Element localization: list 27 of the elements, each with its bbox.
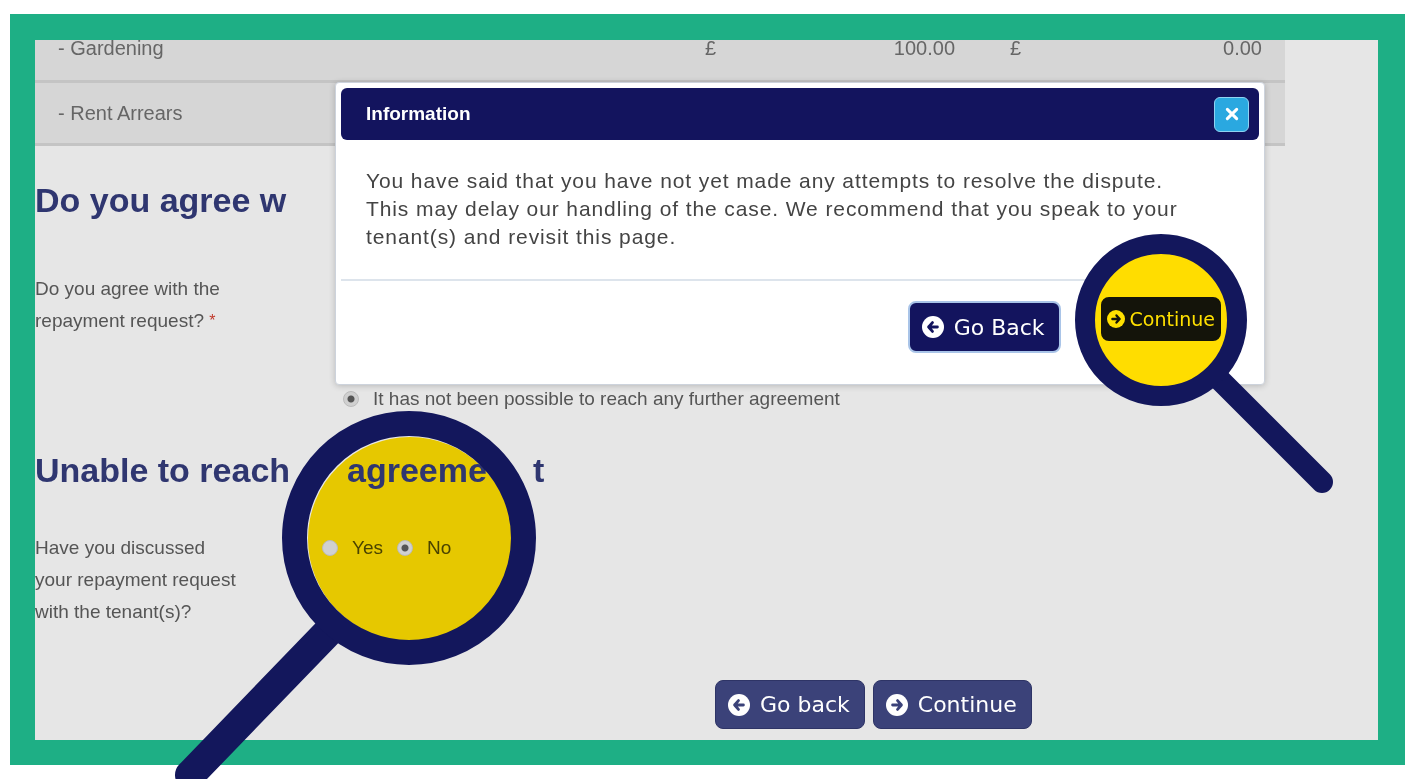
table-cell-text: 0.00 — [1222, 40, 1262, 60]
right-arrow-circle-icon — [1106, 310, 1125, 328]
continue-button[interactable]: Continue — [1100, 297, 1221, 341]
left-arrow-circle-icon — [728, 693, 750, 716]
section-heading: Unable to reach — [35, 450, 291, 491]
dialog-title: Information — [366, 103, 471, 125]
section-heading: t — [533, 450, 545, 491]
table-cell: - Rent Arrears — [58, 101, 183, 125]
table-cell-text: 100.00 — [892, 40, 955, 60]
question-label: Do you agree with the repayment request? * — [35, 277, 221, 333]
table-cell-text: £ — [1010, 40, 1023, 60]
table-cell-text: £ — [705, 40, 718, 60]
back-button[interactable]: Go Back — [907, 301, 1061, 353]
continue-button[interactable]: Continue — [872, 680, 1032, 729]
table-cell: - Gardening — [58, 40, 164, 60]
close-icon — [1224, 107, 1239, 121]
back-button[interactable]: Go back — [715, 680, 865, 729]
option-label: No — [427, 537, 452, 559]
option-label: It has not been possible to reach any further agreement — [373, 388, 840, 410]
section-heading: agreeme — [347, 450, 487, 491]
close-button[interactable] — [1214, 96, 1249, 132]
left-arrow-circle-icon — [921, 316, 944, 338]
question-label: Have you discussed your repayment request with the tenant(s)? — [35, 536, 237, 624]
right-arrow-circle-icon — [885, 693, 908, 716]
option-label: Yes — [352, 537, 383, 559]
section-heading: Do you agree w — [35, 180, 287, 221]
radio-button[interactable] — [343, 391, 359, 407]
